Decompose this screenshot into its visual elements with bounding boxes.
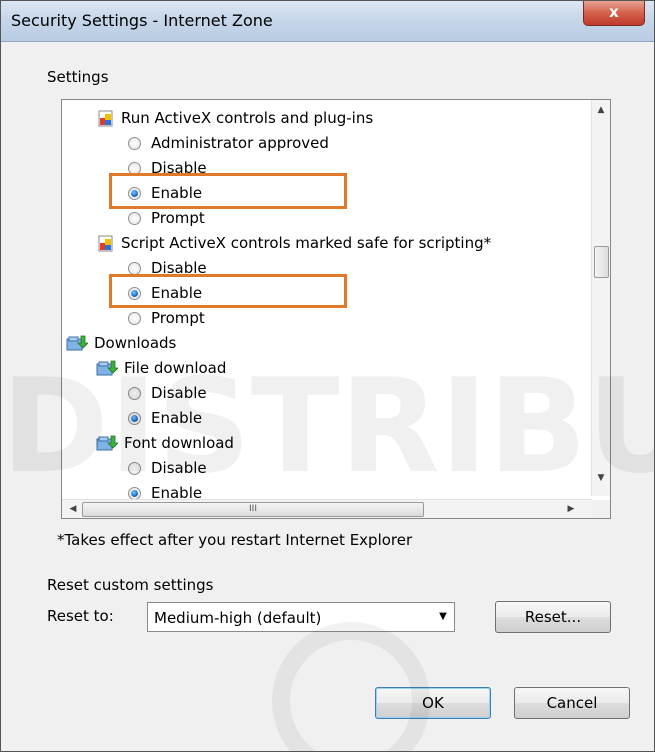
scroll-up-icon[interactable]: ▲: [592, 102, 610, 119]
radio-label: Administrator approved: [151, 134, 329, 152]
tree-item-label: Downloads: [94, 334, 177, 352]
tree-item-label: File download: [124, 359, 227, 377]
horizontal-scrollbar[interactable]: ◀ III ▶: [62, 499, 592, 518]
reset-button[interactable]: Reset...: [495, 601, 611, 633]
scroll-left-icon[interactable]: ◀: [64, 500, 82, 518]
radio-button-selected[interactable]: [128, 486, 141, 500]
radio-file-download-disable[interactable]: Disable: [128, 382, 207, 404]
radio-label: Prompt: [151, 309, 205, 327]
security-settings-dialog: Security Settings - Internet Zone x Sett…: [0, 0, 655, 752]
settings-tree[interactable]: Run ActiveX controls and plug-ins Admini…: [61, 99, 611, 519]
ok-button[interactable]: OK: [375, 687, 491, 719]
reset-group-label: Reset custom settings: [47, 576, 214, 594]
radio-button[interactable]: [128, 386, 141, 400]
close-button[interactable]: x: [583, 1, 645, 26]
reset-level-value: Medium-high (default): [154, 609, 322, 627]
settings-group-label: Settings: [47, 68, 109, 86]
dropdown-arrow-icon[interactable]: ▼: [432, 603, 454, 631]
download-folder-icon: [66, 335, 88, 351]
annotation-highlight-script-activex-enable: [109, 274, 347, 308]
download-folder-icon: [96, 360, 118, 376]
activex-icon: [98, 110, 113, 126]
radio-label: Enable: [151, 409, 203, 427]
cancel-button[interactable]: Cancel: [514, 687, 630, 719]
reset-to-label: Reset to:: [47, 607, 114, 625]
radio-button[interactable]: [128, 136, 141, 150]
horizontal-scroll-thumb[interactable]: III: [82, 502, 424, 517]
vertical-scrollbar[interactable]: ▲ ▼: [591, 100, 610, 496]
download-folder-icon: [96, 435, 118, 451]
radio-button[interactable]: [128, 311, 141, 325]
radio-run-activex-prompt[interactable]: Prompt: [128, 207, 205, 229]
tree-item-label: Run ActiveX controls and plug-ins: [121, 109, 374, 127]
tree-item-label: Script ActiveX controls marked safe for …: [121, 234, 492, 252]
radio-run-activex-admin-approved[interactable]: Administrator approved: [128, 132, 329, 154]
radio-button[interactable]: [128, 461, 141, 475]
scrollbar-corner: [592, 500, 610, 518]
reset-level-select[interactable]: Medium-high (default) ▼: [147, 602, 455, 632]
tree-item-script-activex: Script ActiveX controls marked safe for …: [98, 232, 491, 254]
activex-icon: [98, 235, 113, 251]
radio-label: Disable: [151, 459, 207, 477]
radio-label: Disable: [151, 384, 207, 402]
tree-item-downloads: Downloads: [66, 332, 176, 354]
annotation-highlight-run-activex-enable: [109, 173, 347, 209]
title-bar[interactable]: Security Settings - Internet Zone x: [1, 1, 654, 42]
tree-item-file-download: File download: [96, 357, 226, 379]
tree-item-run-activex: Run ActiveX controls and plug-ins: [98, 107, 373, 129]
scroll-right-icon[interactable]: ▶: [562, 500, 580, 518]
vertical-scroll-thumb[interactable]: [594, 246, 609, 278]
scroll-down-icon[interactable]: ▼: [592, 470, 610, 487]
radio-button-selected[interactable]: [128, 411, 141, 425]
tree-item-font-download: Font download: [96, 432, 234, 454]
radio-script-activex-prompt[interactable]: Prompt: [128, 307, 205, 329]
restart-note: *Takes effect after you restart Internet…: [57, 531, 413, 549]
tree-item-label: Font download: [124, 434, 234, 452]
window-title: Security Settings - Internet Zone: [11, 11, 273, 30]
radio-label: Prompt: [151, 209, 205, 227]
radio-font-download-disable[interactable]: Disable: [128, 457, 207, 479]
radio-button[interactable]: [128, 211, 141, 225]
radio-button[interactable]: [128, 261, 141, 275]
radio-file-download-enable[interactable]: Enable: [128, 407, 202, 429]
